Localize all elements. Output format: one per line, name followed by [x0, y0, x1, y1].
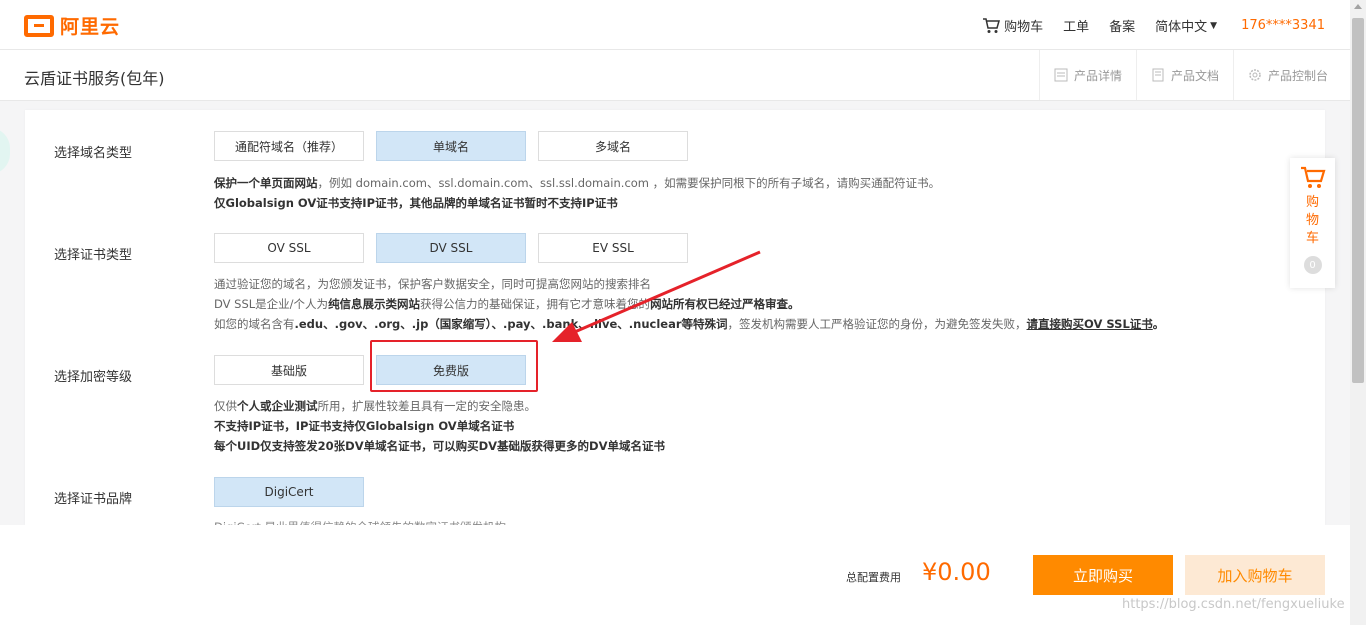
top-nav: 购物车 工单 备案 简体中文 ▼ 176****3341	[962, 16, 1325, 35]
cart-count-badge: 0	[1303, 256, 1322, 274]
top-navbar: 阿里云 购物车 工单 备案 简体中文 ▼ 176****3341	[0, 0, 1350, 50]
option-ev-ssl[interactable]: EV SSL	[538, 233, 688, 263]
product-header: 云盾证书服务(包年) 产品详情 产品文档 产品控制台	[0, 50, 1350, 101]
domain-desc-line1: 保护一个单页面网站，例如 domain.com、ssl.domain.com、s…	[214, 176, 941, 190]
nav-filing[interactable]: 备案	[1109, 16, 1135, 35]
cert-desc-line2: DV SSL是企业/个人为纯信息展示类网站获得公信力的基础保证，拥有它才意味着您…	[214, 297, 800, 311]
enc-desc-line2: 不支持IP证书，IP证书支持仅Globalsign OV单域名证书	[214, 419, 515, 433]
document-icon	[1054, 68, 1068, 82]
cert-type-description: 通过验证您的域名，为您颁发证书，保护客户数据安全，同时可提高您网站的搜索排名 D…	[214, 274, 1164, 334]
domain-desc-line2: 仅Globalsign OV证书支持IP证书，其他品牌的单域名证书暂时不支持IP…	[214, 196, 618, 210]
add-to-cart-button[interactable]: 加入购物车	[1185, 555, 1325, 595]
enc-desc-line3: 每个UID仅支持签发20张DV单域名证书，可以购买DV基础版获得更多的DV单域名…	[214, 439, 666, 453]
nav-cart-label: 购物车	[1004, 20, 1044, 35]
buy-now-button[interactable]: 立即购买	[1033, 555, 1173, 595]
scroll-up-arrow-icon[interactable]	[1354, 4, 1362, 9]
product-details-label: 产品详情	[1073, 68, 1122, 83]
watermark-url: https://blog.csdn.net/fengxueliuke	[1122, 597, 1345, 612]
product-docs-label: 产品文档	[1170, 68, 1219, 83]
brand-description: DigiCert 是业界值得信赖的全球领先的数字证书颁发机构	[214, 517, 506, 525]
cert-type-label: 选择证书类型	[54, 248, 133, 263]
cert-desc-line3: 如您的域名含有.edu、.gov、.org、.jp（国家缩写）、.pay、.ba…	[214, 317, 1165, 331]
product-console-link[interactable]: 产品控制台	[1232, 50, 1350, 100]
option-wildcard-domain[interactable]: 通配符域名（推荐）	[214, 131, 364, 161]
caret-down-icon: ▼	[1210, 20, 1218, 31]
option-dv-ssl[interactable]: DV SSL	[376, 233, 526, 263]
option-multi-domain[interactable]: 多域名	[538, 131, 688, 161]
total-cost-value: ¥0.00	[922, 558, 991, 586]
enc-desc-line1: 仅供个人或企业测试所用，扩展性较差且具有一定的安全隐患。	[214, 399, 536, 413]
product-docs-link[interactable]: 产品文档	[1135, 50, 1233, 100]
docs-icon	[1152, 68, 1164, 82]
encryption-description: 仅供个人或企业测试所用，扩展性较差且具有一定的安全隐患。 不支持IP证书，IP证…	[214, 396, 665, 456]
annotation-highlight-box	[370, 340, 538, 392]
product-console-label: 产品控制台	[1267, 68, 1328, 83]
product-details-link[interactable]: 产品详情	[1038, 50, 1136, 100]
left-decoration	[0, 128, 10, 174]
page-scrollbar[interactable]	[1350, 0, 1366, 625]
gear-icon	[1249, 69, 1261, 81]
nav-cart[interactable]: 购物车	[982, 16, 1043, 35]
nav-account-phone[interactable]: 176****3341	[1241, 18, 1325, 33]
encryption-level-label: 选择加密等级	[54, 370, 133, 385]
product-links: 产品详情 产品文档 产品控制台	[1038, 50, 1350, 100]
cert-brand-label: 选择证书品牌	[54, 492, 133, 507]
cart-icon	[983, 17, 1001, 33]
domain-type-label: 选择域名类型	[54, 146, 133, 161]
nav-ticket[interactable]: 工单	[1063, 16, 1089, 35]
option-single-domain[interactable]: 单域名	[376, 131, 526, 161]
order-footer: 总配置费用 ¥0.00 立即购买 加入购物车 https://blog.csdn…	[0, 525, 1350, 625]
page-title: 云盾证书服务(包年)	[24, 69, 165, 88]
language-label: 简体中文	[1155, 20, 1208, 35]
cert-desc-line1: 通过验证您的域名，为您颁发证书，保护客户数据安全，同时可提高您网站的搜索排名	[214, 277, 651, 291]
logo-text: 阿里云	[60, 16, 121, 38]
domain-type-description: 保护一个单页面网站，例如 domain.com、ssl.domain.com、s…	[214, 173, 940, 213]
option-basic-edition[interactable]: 基础版	[214, 355, 364, 385]
floating-cart[interactable]: 购物车 0	[1290, 158, 1335, 288]
nav-language[interactable]: 简体中文 ▼	[1155, 16, 1217, 35]
option-digicert[interactable]: DigiCert	[214, 477, 364, 507]
cart-icon	[1300, 166, 1325, 188]
aliyun-logo-icon	[24, 14, 54, 37]
buy-ov-ssl-link[interactable]: 请直接购买OV SSL证书	[1027, 317, 1153, 331]
option-ov-ssl[interactable]: OV SSL	[214, 233, 364, 263]
floating-cart-label: 购物车	[1305, 195, 1319, 246]
total-cost-label: 总配置费用	[846, 571, 901, 584]
config-panel: 选择域名类型 通配符域名（推荐） 单域名 多域名 保护一个单页面网站，例如 do…	[25, 110, 1325, 525]
scrollbar-thumb[interactable]	[1352, 18, 1364, 383]
logo[interactable]: 阿里云	[24, 12, 120, 39]
